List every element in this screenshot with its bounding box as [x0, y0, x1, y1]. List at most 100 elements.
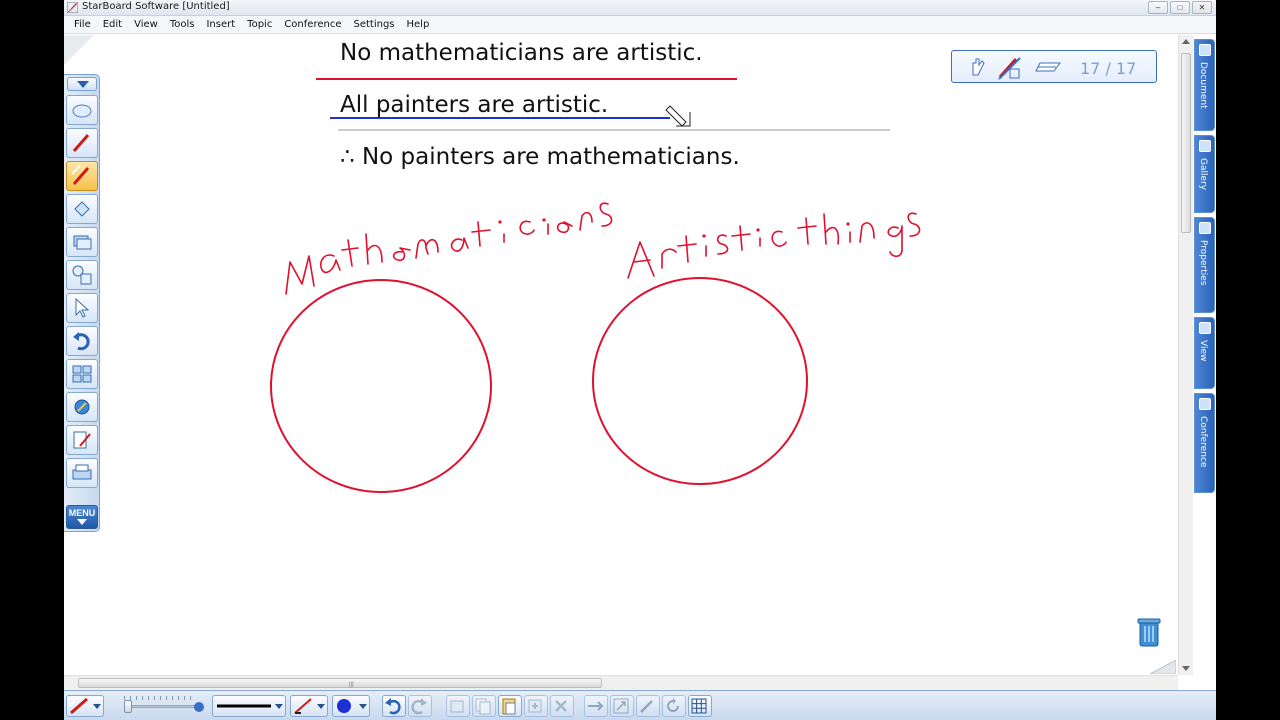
- horizontal-scrollbar[interactable]: |||: [64, 675, 1178, 690]
- tab-properties[interactable]: Properties: [1194, 217, 1215, 313]
- edit-tool[interactable]: [66, 425, 98, 455]
- tab-view[interactable]: View: [1194, 317, 1215, 389]
- no-pen-icon[interactable]: [996, 55, 1024, 81]
- pen-color-button[interactable]: [290, 695, 328, 717]
- hand-icon[interactable]: [968, 55, 988, 79]
- color-dot-icon: [337, 699, 351, 713]
- edit-button[interactable]: [636, 695, 660, 717]
- bottom-toolbar: [64, 690, 1216, 720]
- tools-tool[interactable]: [66, 392, 98, 422]
- copy-button[interactable]: [472, 695, 496, 717]
- tools-icon: [74, 399, 90, 415]
- document-icon: [1199, 44, 1211, 56]
- paste-icon: [502, 698, 516, 715]
- tab-gallery-label: Gallery: [1198, 158, 1208, 191]
- width-slider-knob[interactable]: [124, 700, 132, 713]
- fill-color-button[interactable]: [332, 695, 370, 717]
- tab-document-label: Document: [1198, 62, 1208, 109]
- paint-bucket-icon: [74, 201, 90, 217]
- rotate-icon: [667, 698, 679, 712]
- gallery-icon: [1199, 140, 1211, 152]
- properties-icon: [1199, 222, 1211, 234]
- redo-button[interactable]: [408, 695, 432, 717]
- trash-icon[interactable]: [1137, 616, 1161, 648]
- grid-button[interactable]: [688, 695, 712, 717]
- redo-icon: [411, 698, 427, 715]
- select-arrow-icon: [75, 297, 90, 318]
- conference-icon: [1199, 398, 1211, 410]
- collapse-arrow-icon[interactable]: [67, 77, 97, 91]
- artistic-things-circle: [592, 277, 808, 485]
- handwriting-artistic-things: [627, 212, 921, 279]
- tab-conference[interactable]: Conference: [1194, 393, 1215, 493]
- undo-tool[interactable]: [66, 326, 98, 356]
- starboard-window: StarBoard Software [Untitled] – □ ✕ File…: [64, 0, 1216, 720]
- resize-button[interactable]: [610, 695, 634, 717]
- left-toolbar: MENU: [64, 74, 100, 532]
- select-tool[interactable]: [66, 293, 98, 323]
- highlighter-tool[interactable]: [66, 161, 98, 191]
- delete-icon: [555, 700, 567, 712]
- pen-color-icon: [294, 698, 312, 714]
- pen-icon: [72, 134, 90, 152]
- copy-icon: [475, 698, 491, 715]
- dropdown-arrow-icon: [317, 704, 325, 709]
- undo-icon: [73, 332, 90, 351]
- dropdown-arrow-icon: [359, 704, 367, 709]
- mathematicians-circle: [270, 279, 492, 493]
- layout-tool[interactable]: [66, 359, 98, 389]
- menu-button[interactable]: MENU: [66, 505, 98, 529]
- line-weight-select[interactable]: [212, 695, 286, 717]
- tab-conference-label: Conference: [1198, 416, 1208, 468]
- scroll-grip-icon: |||: [349, 682, 354, 688]
- stack-tool[interactable]: [66, 227, 98, 257]
- line-weight-icon: [217, 704, 271, 708]
- highlighter-icon: [71, 165, 90, 185]
- tab-gallery[interactable]: Gallery: [1194, 135, 1215, 213]
- shapes-tool[interactable]: [66, 260, 98, 290]
- grid-icon: [691, 698, 707, 714]
- eraser-tool[interactable]: [66, 95, 98, 125]
- dropdown-arrow-icon: [93, 704, 101, 709]
- cut-icon: [450, 700, 464, 713]
- layout-icon: [72, 365, 92, 383]
- tab-document[interactable]: Document: [1194, 39, 1215, 131]
- pen-tool[interactable]: [66, 128, 98, 158]
- view-icon: [1199, 322, 1211, 334]
- vertical-scrollbar[interactable]: [1178, 35, 1193, 675]
- print-tool[interactable]: [66, 458, 98, 488]
- scroll-up-icon[interactable]: [1182, 39, 1190, 44]
- menu-arrow-icon: [77, 519, 87, 525]
- page-curl-icon[interactable]: [1150, 660, 1176, 674]
- add-button[interactable]: [524, 695, 548, 717]
- horizontal-scroll-thumb[interactable]: |||: [78, 678, 602, 688]
- vertical-scroll-thumb[interactable]: [1181, 53, 1191, 233]
- undo-button[interactable]: [382, 695, 406, 717]
- paint-bucket-tool[interactable]: [66, 194, 98, 224]
- cut-button[interactable]: [446, 695, 470, 717]
- side-panel-tabs: Document Gallery Properties View Confere…: [1193, 35, 1216, 695]
- shapes-icon: [72, 265, 92, 285]
- eraser-icon: [72, 104, 92, 118]
- page-navigator: 17 / 17: [951, 50, 1157, 83]
- width-ticks: [124, 696, 196, 700]
- ink-layer: [270, 78, 921, 493]
- move-icon: [588, 701, 604, 711]
- pen-cursor-icon: [665, 105, 691, 127]
- dropdown-arrow-icon: [275, 704, 283, 709]
- scroll-down-icon[interactable]: [1182, 666, 1190, 671]
- page-counter: 17 / 17: [1080, 59, 1137, 78]
- tab-view-label: View: [1198, 340, 1208, 362]
- undo-icon: [385, 698, 401, 715]
- edit-icon: [73, 431, 91, 449]
- move-button[interactable]: [584, 695, 608, 717]
- width-slider[interactable]: [124, 705, 196, 708]
- paste-button[interactable]: [498, 695, 522, 717]
- layers-icon[interactable]: [1034, 55, 1064, 79]
- rotate-button[interactable]: [662, 695, 686, 717]
- line-style-button[interactable]: [66, 695, 104, 717]
- add-icon: [528, 699, 542, 713]
- print-icon: [72, 464, 92, 480]
- delete-button[interactable]: [550, 695, 574, 717]
- resize-icon: [613, 698, 629, 714]
